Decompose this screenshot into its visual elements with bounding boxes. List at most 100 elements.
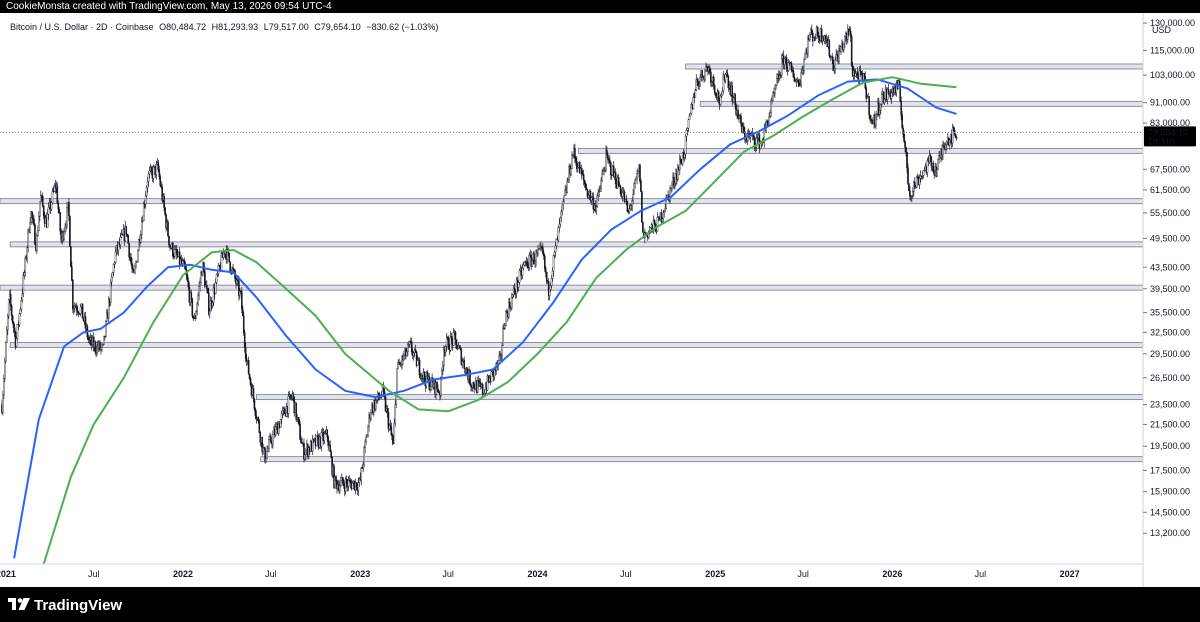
chart-area[interactable]: 130,000.00 115,000.00 103,000.00 91,000.00 8… <box>0 13 1200 587</box>
candle-body <box>140 234 142 243</box>
candle-body <box>684 135 687 155</box>
candle-body <box>689 113 692 117</box>
candle-body <box>799 84 801 87</box>
candle-body <box>661 218 664 222</box>
candle-body <box>18 313 21 325</box>
candle-body <box>37 230 39 236</box>
candle-body <box>258 420 261 433</box>
candle-body <box>518 270 521 283</box>
candle-body <box>145 187 148 196</box>
horizontal-level[interactable] <box>260 456 1144 463</box>
candle-body <box>12 322 15 328</box>
candle-body <box>510 296 513 309</box>
candle-body <box>158 169 161 177</box>
chart-caption: CookieMonsta created with TradingView.co… <box>6 1 332 12</box>
candle-body <box>51 190 54 203</box>
candle-body <box>833 68 835 71</box>
candle-body <box>69 215 71 247</box>
candle-body <box>542 247 544 254</box>
candle-body <box>298 419 300 425</box>
candle-body <box>207 292 210 314</box>
candle-body <box>33 219 35 225</box>
candle-body <box>450 335 453 340</box>
candle-body <box>407 344 409 353</box>
candle-body <box>481 384 484 394</box>
price-axis[interactable]: 130,000.00115,000.00103,000.0091,000.008… <box>1143 18 1195 538</box>
horizontal-level[interactable] <box>0 198 1144 205</box>
candle-body <box>544 268 547 273</box>
tradingview-mark-icon <box>8 598 30 610</box>
candle-body <box>112 264 115 273</box>
candle-body <box>207 288 209 294</box>
candle-body <box>521 268 524 276</box>
horizontal-level[interactable] <box>685 63 1144 70</box>
candle-body <box>406 351 408 357</box>
candle-body <box>946 141 948 145</box>
candle-body <box>299 423 301 440</box>
candle-body <box>103 335 105 345</box>
candle-body <box>559 217 562 225</box>
candle-body <box>304 454 306 460</box>
candle-body <box>526 260 529 268</box>
time-tick-label: Jul <box>88 569 100 579</box>
candle-body <box>712 76 715 86</box>
candle-body <box>186 274 189 282</box>
candle-body <box>437 388 439 393</box>
candle-body <box>595 206 598 211</box>
candle-body <box>355 482 358 489</box>
candle-body <box>710 71 712 83</box>
candle-body <box>125 225 128 235</box>
price-tick-label: 15,900.00 <box>1150 487 1190 497</box>
candle-body <box>452 332 455 346</box>
candle-body <box>169 244 171 248</box>
candle-body <box>674 183 676 185</box>
candle-body <box>641 191 643 223</box>
candle-body <box>436 382 438 389</box>
candle-body <box>599 188 601 192</box>
candle-body <box>890 92 893 99</box>
candle-body <box>502 327 504 346</box>
candle-body <box>809 34 811 40</box>
horizontal-level[interactable] <box>9 241 1144 248</box>
candle-body <box>636 172 638 179</box>
candle-body <box>274 426 277 435</box>
horizontal-level[interactable] <box>577 147 1144 154</box>
candle-body <box>100 347 102 350</box>
candle-body <box>365 436 367 442</box>
candle-body <box>127 235 129 244</box>
price-chart[interactable]: 130,000.00115,000.00103,000.0091,000.008… <box>0 13 1200 587</box>
candle-body <box>105 320 107 337</box>
candle-body <box>94 341 96 351</box>
candle-body <box>609 159 611 163</box>
horizontal-level[interactable] <box>699 100 1144 107</box>
candle-body <box>270 436 272 443</box>
candle-body <box>952 127 955 131</box>
candle-body <box>787 62 790 71</box>
candle-body <box>498 355 500 361</box>
tradingview-logo[interactable]: TradingView <box>8 595 122 615</box>
candle-body <box>783 58 786 65</box>
horizontal-level[interactable] <box>255 394 1144 401</box>
candle-body <box>204 271 206 287</box>
candle-body <box>719 96 722 105</box>
candle-body <box>575 157 577 162</box>
horizontal-level[interactable] <box>9 342 1144 348</box>
candle-body <box>470 384 472 387</box>
candle-body <box>854 73 857 77</box>
candle-body <box>913 181 916 187</box>
candle-body <box>50 202 53 210</box>
candle-body <box>549 285 552 290</box>
time-axis[interactable]: 2021 Jul 2022 Jul 2023 Jul 2024 Jul 2025 Jul 2026 J… <box>0 569 1080 579</box>
candle-body <box>459 347 462 350</box>
candle-body <box>513 288 516 293</box>
candle-body <box>633 183 635 195</box>
candle-body <box>295 402 297 420</box>
candle-body <box>511 294 514 298</box>
candle-body <box>663 210 666 214</box>
candle-body <box>36 235 38 251</box>
price-tick-label: 29,500.00 <box>1150 349 1190 359</box>
time-tick-label: Jul <box>442 569 454 579</box>
candle-body <box>552 255 555 272</box>
horizontal-level[interactable] <box>0 284 1144 291</box>
candle-body <box>699 76 701 85</box>
